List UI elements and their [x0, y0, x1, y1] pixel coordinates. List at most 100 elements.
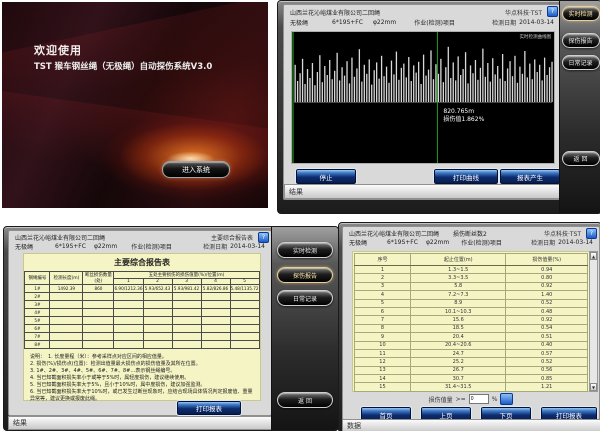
chart-caption: 实时检测曲线图 [520, 34, 552, 40]
rope-spec: 6*19S+FC [332, 19, 363, 26]
col-value: 损伤值量(%) [506, 254, 588, 266]
report-header-row: 钢绳编号 检测长度(m) 断丝损伤数量(处) 五处主要损伤的损伤值量(%)/位置… [25, 272, 259, 279]
realtime-sidebar: 实时检测 探伤报告 日常记录 返 回 [559, 1, 600, 213]
detail-table-row[interactable]: 1531.4~31.51.21 [355, 383, 588, 391]
company-name: 山西兰花沁峪煤业有限公司二回绳 [349, 229, 439, 238]
help-icon[interactable]: ? [258, 232, 269, 243]
detail-table-row[interactable]: 1020.4~20.60.40 [355, 341, 588, 349]
report-table-row: 3# [25, 301, 259, 309]
realtime-main-panel: ? 山西兰花沁峪煤业有限公司二回绳 华点科技·TST 无极绳 6*19S+FC … [283, 4, 561, 200]
detail-table-row[interactable]: 11.3~1.50.94 [355, 266, 588, 274]
details-window: ? 山西兰花沁峪煤业有限公司二回绳 损伤断丝数2 华点科技·TST 无极绳 6*… [338, 222, 600, 431]
detail-table-row[interactable]: 47.2~7.31.40 [355, 291, 588, 299]
background-streak [2, 85, 268, 200]
note-line: 2. 损伤(%)/损伤点(位置)：检测出值量最大损伤点的损伤值量及其所在位置。 [30, 361, 256, 368]
header-line2: 无极绳 6*19S+FC φ22mm 作业(检测)项目 检测日期 2014-03… [15, 242, 265, 251]
details-main-panel: ? 山西兰花沁峪煤业有限公司二回绳 损伤断丝数2 华点科技·TST 无极绳 6*… [342, 226, 600, 420]
col-position: 起止位置(m) [410, 254, 506, 266]
table-scrollbar[interactable]: ▲ ▼ [589, 251, 598, 392]
detail-table-row[interactable]: 1124.70.57 [355, 349, 588, 357]
sidebar-item-report[interactable]: 探伤报告 [562, 33, 600, 48]
detail-header-row: 序号 起止位置(m) 损伤值量(%) [355, 254, 588, 266]
detail-table-row[interactable]: 920.40.51 [355, 333, 588, 341]
note-line: 3. 1#、2#、3#、4#、5#、6#、7#、8#…表示钢丝绳编号。 [30, 368, 256, 375]
project-label: 作业(检测)项目 [461, 238, 502, 247]
detail-table-row[interactable]: 23.3~3.50.80 [355, 274, 588, 282]
scroll-up-icon[interactable]: ▲ [590, 252, 597, 260]
detail-table-row[interactable]: 58.90.52 [355, 299, 588, 307]
report-table-row: 2# [25, 293, 259, 301]
filter-apply-button[interactable] [500, 393, 513, 405]
sidebar-item-realtime[interactable]: 实时检测 [562, 6, 600, 21]
rope-type: 无极绳 [290, 18, 308, 27]
date-label: 检测日期 [531, 238, 555, 247]
detail-table-row[interactable]: 818.50.54 [355, 324, 588, 332]
report-table-row: 4# [25, 309, 259, 317]
report-table-row: 6# [25, 325, 259, 333]
report-table-row: 8# [25, 341, 259, 349]
sidebar-item-records[interactable]: 日常记录 [562, 55, 600, 70]
header-line1: 山西兰花沁峪煤业有限公司二回绳 损伤断丝数2 华点科技·TST [349, 229, 593, 238]
sidebar-item-report[interactable]: 探伤报告 [277, 267, 333, 283]
filter-unit: % [492, 396, 498, 403]
print-report-button[interactable]: 打印报表 [177, 401, 241, 415]
help-icon[interactable]: ? [547, 6, 558, 17]
sidebar-item-realtime[interactable]: 实时检测 [277, 242, 333, 258]
project-label: 作业(检测)项目 [131, 242, 172, 251]
col-group: 五处主要损伤的损伤值量(%)/位置(m) [114, 272, 259, 279]
filter-threshold-input[interactable] [469, 394, 489, 404]
detail-table-row[interactable]: 1225.20.52 [355, 358, 588, 366]
note-line: 4. 当已知截面积损失率小于或等于5%时，属轻度损伤，建议继续使用。 [30, 375, 256, 382]
defect-signal-chart[interactable]: 实时检测曲线图 820.765m 损伤值1.862% [291, 31, 555, 164]
report-sidebar: 实时检测 探伤报告 日常记录 返 回 [271, 227, 338, 430]
filter-operator: >= [456, 396, 466, 403]
help-icon[interactable]: ? [586, 228, 597, 239]
back-button[interactable]: 返 回 [562, 151, 600, 166]
header-line2: 无极绳 6*19S+FC φ22mm 作业(检测)项目 检测日期 2014-03… [290, 18, 554, 27]
header-line1: 山西兰花沁峪煤业有限公司二回绳 华点科技·TST [290, 8, 554, 17]
report-table-row: 1#1492.398606.90/1212.365.93/652.435.93/… [25, 285, 259, 293]
back-button[interactable]: 返 回 [277, 392, 333, 408]
rope-diameter: φ22mm [94, 243, 117, 250]
report-sheet: 主要综合报告表 钢绳编号 检测长度(m) 断丝损伤数量(处) 五处主要损伤的损伤… [23, 253, 261, 401]
sidebar-item-records[interactable]: 日常记录 [277, 290, 333, 306]
welcome-text: 欢迎使用 [34, 42, 82, 58]
project-label: 作业(检测)项目 [414, 18, 455, 27]
page-corner-title: 华点科技·TST [544, 229, 581, 238]
detail-table-row[interactable]: 1326.70.56 [355, 366, 588, 374]
damage-detail-table: 序号 起止位置(m) 损伤值量(%) 11.3~1.50.9423.3~3.50… [354, 253, 588, 392]
print-curve-button[interactable]: 打印曲线 [434, 169, 498, 184]
col-length: 检测长度(m) [50, 272, 83, 285]
detail-table-row[interactable]: 1430.70.85 [355, 375, 588, 383]
rope-spec: 6*19S+FC [55, 243, 86, 250]
detail-table-row[interactable]: 35.80.92 [355, 282, 588, 290]
report-generate-button[interactable]: 报表产生 [500, 169, 560, 184]
report-table-row: 7# [25, 333, 259, 341]
header-mid-text: 损伤断丝数2 [453, 229, 487, 238]
rope-type: 无极绳 [15, 242, 33, 251]
screenshot-composite: 欢迎使用 TST 猴车钢丝绳（无极绳）自动探伤系统V3.0 进入系统 ? 山西兰… [0, 0, 600, 431]
status-text: 数据 [347, 421, 361, 431]
report-notes: 说明： 1. 长度量程（米）：参考采样点对应区间的相应值量。2. 损伤(%)/损… [30, 354, 256, 403]
status-bar: 结果 [284, 184, 560, 199]
company-name: 山西兰花沁峪煤业有限公司二回绳 [15, 233, 105, 242]
scroll-down-icon[interactable]: ▼ [590, 383, 597, 391]
status-bar: 数据 [342, 419, 600, 431]
page-corner-title: 华点科技·TST [505, 8, 542, 17]
rope-spec: 6*19S+FC [387, 239, 418, 246]
app-title: TST 猴车钢丝绳（无极绳）自动探伤系统V3.0 [34, 60, 212, 72]
cursor-position-text: 820.765m [443, 108, 484, 116]
col-count: 断丝损伤数量(处) [83, 272, 114, 285]
report-table-row: 5# [25, 317, 259, 325]
splash-screen: 欢迎使用 TST 猴车钢丝绳（无极绳）自动探伤系统V3.0 进入系统 [2, 2, 268, 208]
date-value: 2014-03-14 [558, 239, 593, 246]
status-text: 结果 [289, 187, 303, 197]
detail-table-row[interactable]: 610.1~10.30.48 [355, 307, 588, 315]
detail-table-row[interactable]: 715.60.92 [355, 316, 588, 324]
enter-system-button[interactable]: 进入系统 [162, 161, 230, 178]
damage-filter-row: 损伤值量 >= % [343, 393, 599, 405]
stop-button[interactable]: 停止 [296, 169, 356, 184]
date-label: 检测日期 [203, 242, 227, 251]
report-window: ? 山西兰花沁峪煤业有限公司二回绳 主要综合报告表 无极绳 6*19S+FC φ… [3, 226, 339, 431]
header-line2: 无极绳 6*19S+FC φ22mm 作业(检测)项目 检测日期 2014-03… [349, 238, 593, 247]
